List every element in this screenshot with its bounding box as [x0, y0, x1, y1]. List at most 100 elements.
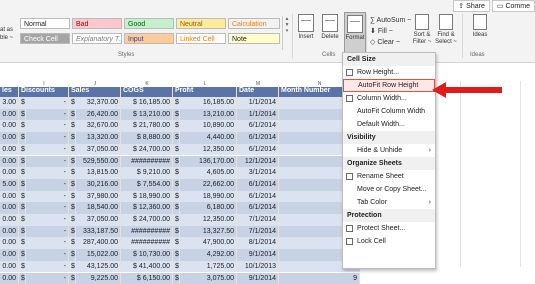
table-cell[interactable]: $ — [69, 120, 76, 132]
table-cell[interactable]: ########## — [121, 156, 173, 168]
table-cell[interactable]: 0.00 — [0, 202, 19, 214]
table-row[interactable]: 0.00$-$18,540.00$ 12,360.00$6,180.006/1/… — [0, 202, 360, 214]
header-cell[interactable]: Discounts — [19, 87, 69, 97]
table-cell[interactable]: 13,327.50 — [180, 226, 237, 238]
table-cell[interactable]: 0.00 — [0, 237, 19, 249]
table-cell[interactable]: $ — [173, 202, 180, 214]
table-cell[interactable]: - — [26, 202, 69, 214]
table-cell[interactable]: 37,050.00 — [76, 144, 121, 156]
table-cell[interactable]: $ — [69, 97, 76, 109]
table-cell[interactable]: 0.00 — [0, 120, 19, 132]
table-cell[interactable]: $ — [69, 191, 76, 203]
table-cell[interactable]: 0.00 — [0, 273, 19, 284]
table-cell[interactable]: 32,670.00 — [76, 120, 121, 132]
table-cell[interactable]: $ 21,780.00 — [121, 120, 173, 132]
find-select-button[interactable]: Find & Select ~ — [432, 14, 460, 46]
table-cell[interactable]: $ — [19, 167, 26, 179]
table-cell[interactable]: $ 18,990.00 — [121, 191, 173, 203]
table-row[interactable]: 0.00$-$32,670.00$ 21,780.00$10,890.006/1… — [0, 120, 360, 132]
header-cell[interactable]: Profit — [173, 87, 237, 97]
table-cell[interactable]: - — [26, 97, 69, 109]
rename-sheet-item[interactable]: Rename Sheet — [343, 170, 435, 183]
table-cell[interactable]: $ — [19, 120, 26, 132]
share-button[interactable]: ⇪ Share — [453, 0, 490, 12]
style-linked-cell[interactable]: Linked Cell — [176, 33, 226, 44]
styles-gallery-scroll[interactable]: ▲ ▼ ▾ — [282, 16, 291, 50]
table-cell[interactable]: - — [26, 132, 69, 144]
table-cell[interactable]: 0.00 — [0, 249, 19, 261]
table-cell[interactable]: $ — [19, 144, 26, 156]
table-cell[interactable]: 0.00 — [0, 191, 19, 203]
clear-button[interactable]: ◇ Clear ~ — [370, 37, 411, 48]
table-cell[interactable]: $ 13,210.00 — [121, 109, 173, 121]
table-cell[interactable]: 12,350.00 — [180, 144, 237, 156]
table-cell[interactable]: 5.00 — [0, 179, 19, 191]
table-cell[interactable]: 6/1/2014 — [237, 191, 279, 203]
table-cell[interactable]: $ 10,730.00 — [121, 249, 173, 261]
table-cell[interactable]: - — [26, 237, 69, 249]
table-cell[interactable]: 9/1/2014 — [237, 273, 279, 284]
table-cell[interactable]: $ 7,554.00 — [121, 179, 173, 191]
table-cell[interactable]: $ — [19, 202, 26, 214]
table-cell[interactable]: - — [26, 273, 69, 284]
table-cell[interactable]: 8/1/2014 — [237, 237, 279, 249]
style-input[interactable]: Input — [124, 33, 174, 44]
autofit-column-width-item[interactable]: AutoFit Column Width — [343, 105, 435, 118]
table-cell[interactable]: $ — [19, 237, 26, 249]
table-cell[interactable]: - — [26, 249, 69, 261]
table-row[interactable]: 0.00$-$9,225.00$ 6,150.00$3,075.009/1/20… — [0, 273, 360, 284]
table-cell[interactable]: 0.00 — [0, 144, 19, 156]
table-cell[interactable]: $ 12,360.00 — [121, 202, 173, 214]
table-cell[interactable]: $ — [173, 167, 180, 179]
table-cell[interactable]: 529,550.00 — [76, 156, 121, 168]
table-row[interactable]: 0.00$-$287,400.00##########$47,900.008/1… — [0, 237, 360, 249]
table-cell[interactable]: ########## — [121, 237, 173, 249]
table-cell[interactable]: $ 16,185.00 — [121, 97, 173, 109]
table-cell[interactable]: - — [26, 226, 69, 238]
table-cell[interactable]: $ — [19, 132, 26, 144]
move-copy-sheet-item[interactable]: Move or Copy Sheet... — [343, 183, 435, 196]
table-cell[interactable]: 12/1/2014 — [237, 156, 279, 168]
table-cell[interactable]: 13,815.00 — [76, 167, 121, 179]
table-cell[interactable]: ########## — [121, 226, 173, 238]
table-cell[interactable]: $ — [69, 237, 76, 249]
row-height-item[interactable]: Row Height... — [343, 66, 435, 79]
style-check-cell[interactable]: Check Cell — [20, 33, 70, 44]
header-cell[interactable]: COGS — [121, 87, 173, 97]
table-cell[interactable]: 13,320.00 — [76, 132, 121, 144]
table-cell[interactable]: 15,022.00 — [76, 249, 121, 261]
style-note[interactable]: Note — [228, 33, 280, 44]
table-cell[interactable]: 26,420.00 — [76, 109, 121, 121]
table-cell[interactable]: 0.00 — [0, 156, 19, 168]
table-cell[interactable]: 12,350.00 — [180, 214, 237, 226]
table-cell[interactable]: 9,225.00 — [76, 273, 121, 284]
table-row[interactable]: 0.00$-$13,320.00$ 8,880.00$4,440.006/1/2… — [0, 132, 360, 144]
table-cell[interactable]: - — [26, 167, 69, 179]
table-row[interactable]: 0.00$-$333,187.50##########$13,327.507/1… — [0, 226, 360, 238]
table-row[interactable]: 0.00$-$529,550.00##########$136,170.0012… — [0, 156, 360, 168]
table-cell[interactable]: $ — [69, 273, 76, 284]
table-cell[interactable]: $ — [173, 156, 180, 168]
table-cell[interactable]: 287,400.00 — [76, 237, 121, 249]
table-cell[interactable]: 6/1/2014 — [237, 202, 279, 214]
table-cell[interactable]: $ — [173, 249, 180, 261]
table-cell[interactable]: 18,990.00 — [180, 191, 237, 203]
table-cell[interactable]: $ — [173, 226, 180, 238]
table-cell[interactable]: 0.00 — [0, 109, 19, 121]
table-cell[interactable]: 9/1/2014 — [237, 249, 279, 261]
table-cell[interactable]: $ — [173, 214, 180, 226]
table-cell[interactable]: 22,662.00 — [180, 179, 237, 191]
table-cell[interactable]: 4,440.00 — [180, 132, 237, 144]
tab-color-item[interactable]: Tab Color › — [343, 196, 435, 209]
table-cell[interactable]: 4,605.00 — [180, 167, 237, 179]
table-cell[interactable]: 9 — [279, 273, 360, 284]
table-row[interactable]: 0.00$-$37,050.00$ 24,700.00$12,350.006/1… — [0, 144, 360, 156]
table-cell[interactable]: 6/1/2014 — [237, 132, 279, 144]
table-cell[interactable]: $ — [69, 179, 76, 191]
table-cell[interactable]: $ — [19, 191, 26, 203]
table-cell[interactable]: 1/1/2014 — [237, 97, 279, 109]
table-cell[interactable]: $ — [173, 273, 180, 284]
header-cell[interactable]: Date — [237, 87, 279, 97]
table-cell[interactable]: - — [26, 144, 69, 156]
table-cell[interactable]: 4,292.00 — [180, 249, 237, 261]
